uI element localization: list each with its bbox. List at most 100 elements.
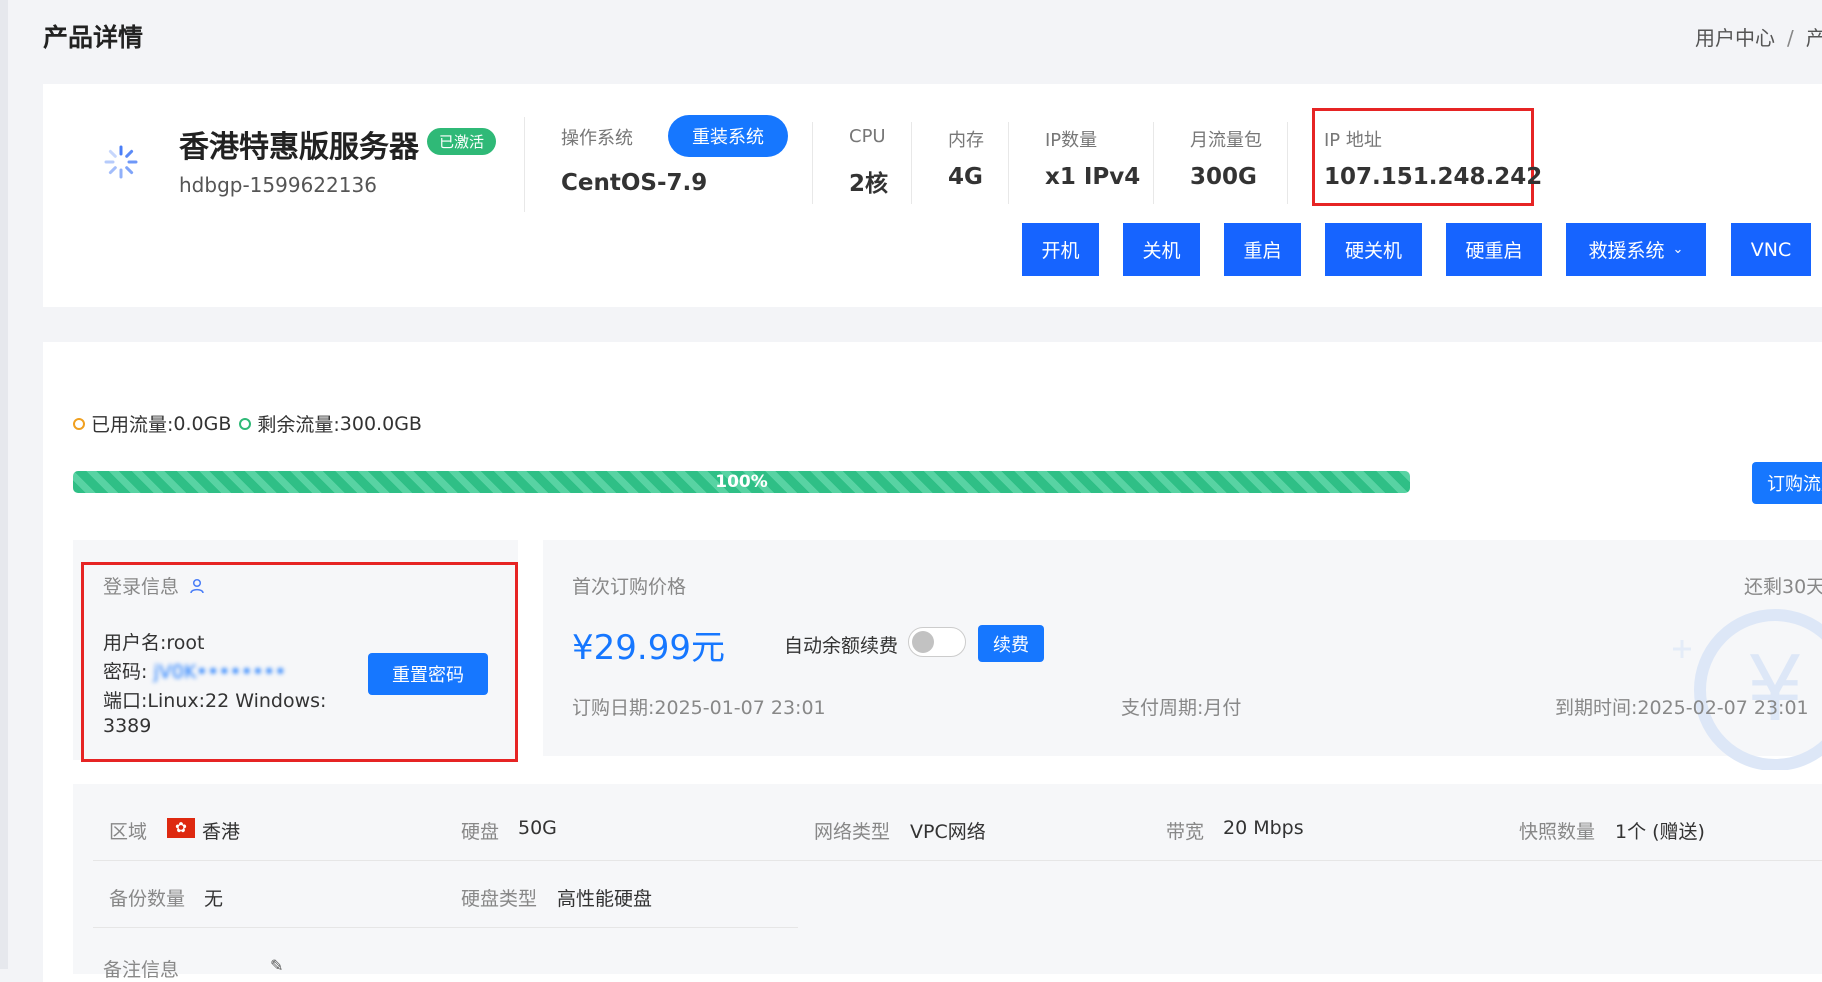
disk-type-label: 硬盘类型 xyxy=(461,888,538,910)
login-username-row: 用户名:root xyxy=(103,628,205,655)
divider xyxy=(911,122,912,204)
chevron-down-icon: ⌄ xyxy=(1672,242,1684,257)
page-title: 产品详情 xyxy=(43,23,144,52)
region-label: 区域 xyxy=(109,821,148,843)
ip-label: IP 地址 xyxy=(1324,130,1382,151)
yen-watermark-icon: ¥ xyxy=(1673,609,1822,770)
port-value: Linux:22 Windows: xyxy=(147,690,327,712)
disk-label: 硬盘 xyxy=(461,821,500,843)
login-info-title: 登录信息 xyxy=(103,572,205,599)
expire-value: 2025-02-07 23:01 xyxy=(1637,697,1809,719)
cpu-label: CPU xyxy=(849,126,886,147)
port-label: 端口: xyxy=(103,690,148,712)
ip-value: 107.151.248.242 xyxy=(1324,164,1543,190)
os-label: 操作系统 xyxy=(561,128,633,149)
login-port-row: 端口:Linux:22 Windows: xyxy=(103,686,326,713)
backup-count-label: 备份数量 xyxy=(109,888,186,910)
network-type-value: VPC网络 xyxy=(910,821,986,843)
auto-renew-label: 自动余额续费 xyxy=(784,635,899,657)
traffic-progress-bar: 100% xyxy=(73,471,1410,493)
divider xyxy=(1008,122,1009,204)
auto-renew-toggle[interactable] xyxy=(908,627,966,657)
used-traffic-value: 0.0GB xyxy=(173,412,232,435)
password-value[interactable]: jV0K•••••••• xyxy=(153,661,285,683)
edit-icon[interactable]: ✎ xyxy=(270,956,283,975)
first-price-title: 首次订购价格 xyxy=(572,576,687,598)
remaining-traffic-value: 300.0GB xyxy=(339,412,422,435)
pricing-panel xyxy=(543,540,1822,756)
port-value-line2: 3389 xyxy=(103,715,152,737)
ip-count-label: IP数量 xyxy=(1045,130,1098,151)
power-off-button[interactable]: 关机 xyxy=(1123,223,1200,276)
price-value: ¥29.99元 xyxy=(572,628,725,668)
memory-value: 4G xyxy=(948,164,983,190)
divider xyxy=(1153,122,1154,204)
order-date-label: 订购日期: xyxy=(572,697,655,719)
ip-highlight-box xyxy=(1312,108,1534,206)
cpu-value: 2核 xyxy=(849,171,889,197)
toggle-knob xyxy=(912,631,934,653)
login-password-row: 密码: jV0K•••••••• xyxy=(103,657,286,684)
user-icon xyxy=(190,578,204,594)
used-traffic-dot-icon xyxy=(73,417,85,430)
renew-button[interactable]: 续费 xyxy=(978,625,1044,662)
spec-panel xyxy=(73,784,1822,974)
divider xyxy=(93,860,1822,861)
left-edge xyxy=(0,0,8,969)
rescue-system-button[interactable]: 救援系统 ⌄ xyxy=(1566,223,1706,276)
traffic-pack-value: 300G xyxy=(1190,164,1257,190)
pay-cycle-value: 月付 xyxy=(1203,697,1242,719)
breadcrumb-user-center[interactable]: 用户中心 xyxy=(1695,26,1775,50)
traffic-pack-label: 月流量包 xyxy=(1190,130,1262,151)
status-badge: 已激活 xyxy=(427,128,497,155)
login-info-title-text: 登录信息 xyxy=(103,576,180,598)
os-value: CentOS-7.9 xyxy=(561,170,708,196)
svg-text:¥: ¥ xyxy=(1746,637,1803,742)
order-date-value: 2025-01-07 23:01 xyxy=(654,697,826,719)
remaining-traffic-label: 剩余流量: xyxy=(257,414,340,436)
pay-cycle: 支付周期:月付 xyxy=(1121,693,1241,720)
reboot-button[interactable]: 重启 xyxy=(1224,223,1301,276)
power-on-button[interactable]: 开机 xyxy=(1022,223,1099,276)
bandwidth-value: 20 Mbps xyxy=(1223,817,1304,839)
memory-label: 内存 xyxy=(948,130,984,151)
disk-type-value: 高性能硬盘 xyxy=(557,888,653,910)
network-type-label: 网络类型 xyxy=(814,821,891,843)
divider xyxy=(93,927,798,928)
server-id: hdbgp-1599622136 xyxy=(179,173,377,197)
divider xyxy=(1287,122,1288,204)
backup-count-value: 无 xyxy=(204,888,224,910)
breadcrumb-current: 产品详情 xyxy=(1805,26,1822,50)
username-label: 用户名: xyxy=(103,632,167,654)
disk-value: 50G xyxy=(518,817,557,839)
snapshot-count-value: 1个 (赠送) xyxy=(1615,821,1705,843)
pay-cycle-label: 支付周期: xyxy=(1121,697,1204,719)
divider xyxy=(812,122,813,204)
divider xyxy=(524,117,525,212)
ip-count-value: x1 IPv4 xyxy=(1045,164,1141,190)
traffic-progress-text: 100% xyxy=(715,472,768,492)
server-name: 香港特惠版服务器 xyxy=(179,130,419,165)
breadcrumb: 用户中心/产品详情 xyxy=(1695,22,1822,51)
used-traffic-label: 已用流量: xyxy=(91,414,174,436)
buy-traffic-button[interactable]: 订购流量 xyxy=(1752,462,1822,504)
password-label: 密码: xyxy=(103,661,148,683)
snapshot-count-label: 快照数量 xyxy=(1519,821,1596,843)
username-value: root xyxy=(166,632,205,654)
rescue-system-label: 救援系统 xyxy=(1588,240,1665,262)
vnc-button[interactable]: VNC xyxy=(1731,223,1811,276)
expire-date: 到期时间:2025-02-07 23:01 xyxy=(1555,693,1809,720)
days-remaining: 还剩30天 xyxy=(1744,576,1822,598)
bandwidth-label: 带宽 xyxy=(1166,821,1205,843)
order-date: 订购日期:2025-01-07 23:01 xyxy=(572,693,826,720)
hong-kong-flag-icon: ✿ xyxy=(167,818,195,838)
hard-reboot-button[interactable]: 硬重启 xyxy=(1446,223,1542,276)
traffic-legend: 已用流量: 0.0GB 剩余流量: 300.0GB xyxy=(73,410,422,437)
remaining-traffic-dot-icon xyxy=(239,417,252,430)
expire-label: 到期时间: xyxy=(1555,697,1638,719)
reset-password-button[interactable]: 重置密码 xyxy=(368,653,488,695)
region-value: 香港 xyxy=(202,821,241,843)
reinstall-button[interactable]: 重装系统 xyxy=(668,115,788,157)
hard-power-off-button[interactable]: 硬关机 xyxy=(1325,223,1422,276)
loading-spinner-icon xyxy=(104,145,138,179)
